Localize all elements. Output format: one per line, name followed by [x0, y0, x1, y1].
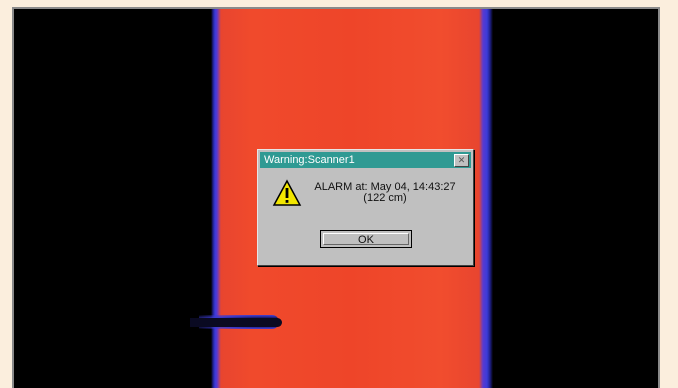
probe-object [190, 318, 282, 327]
alarm-message: ALARM at: May 04, 14:43:27 (122 cm) [310, 182, 460, 204]
dialog-titlebar[interactable]: Warning:Scanner1 ✕ [260, 152, 471, 168]
scanner-view: Warning:Scanner1 ✕ ALARM at: May 04, 14:… [14, 9, 658, 388]
ok-label: OK [323, 233, 409, 246]
ok-button[interactable]: OK [320, 230, 412, 248]
close-icon: ✕ [457, 155, 466, 165]
warning-icon [272, 179, 302, 206]
dialog-title: Warning:Scanner1 [264, 154, 355, 166]
image-frame: Warning:Scanner1 ✕ ALARM at: May 04, 14:… [12, 7, 660, 388]
warning-dialog: Warning:Scanner1 ✕ ALARM at: May 04, 14:… [257, 149, 474, 266]
alarm-distance-text: (122 cm) [363, 192, 407, 204]
close-button[interactable]: ✕ [454, 154, 469, 167]
